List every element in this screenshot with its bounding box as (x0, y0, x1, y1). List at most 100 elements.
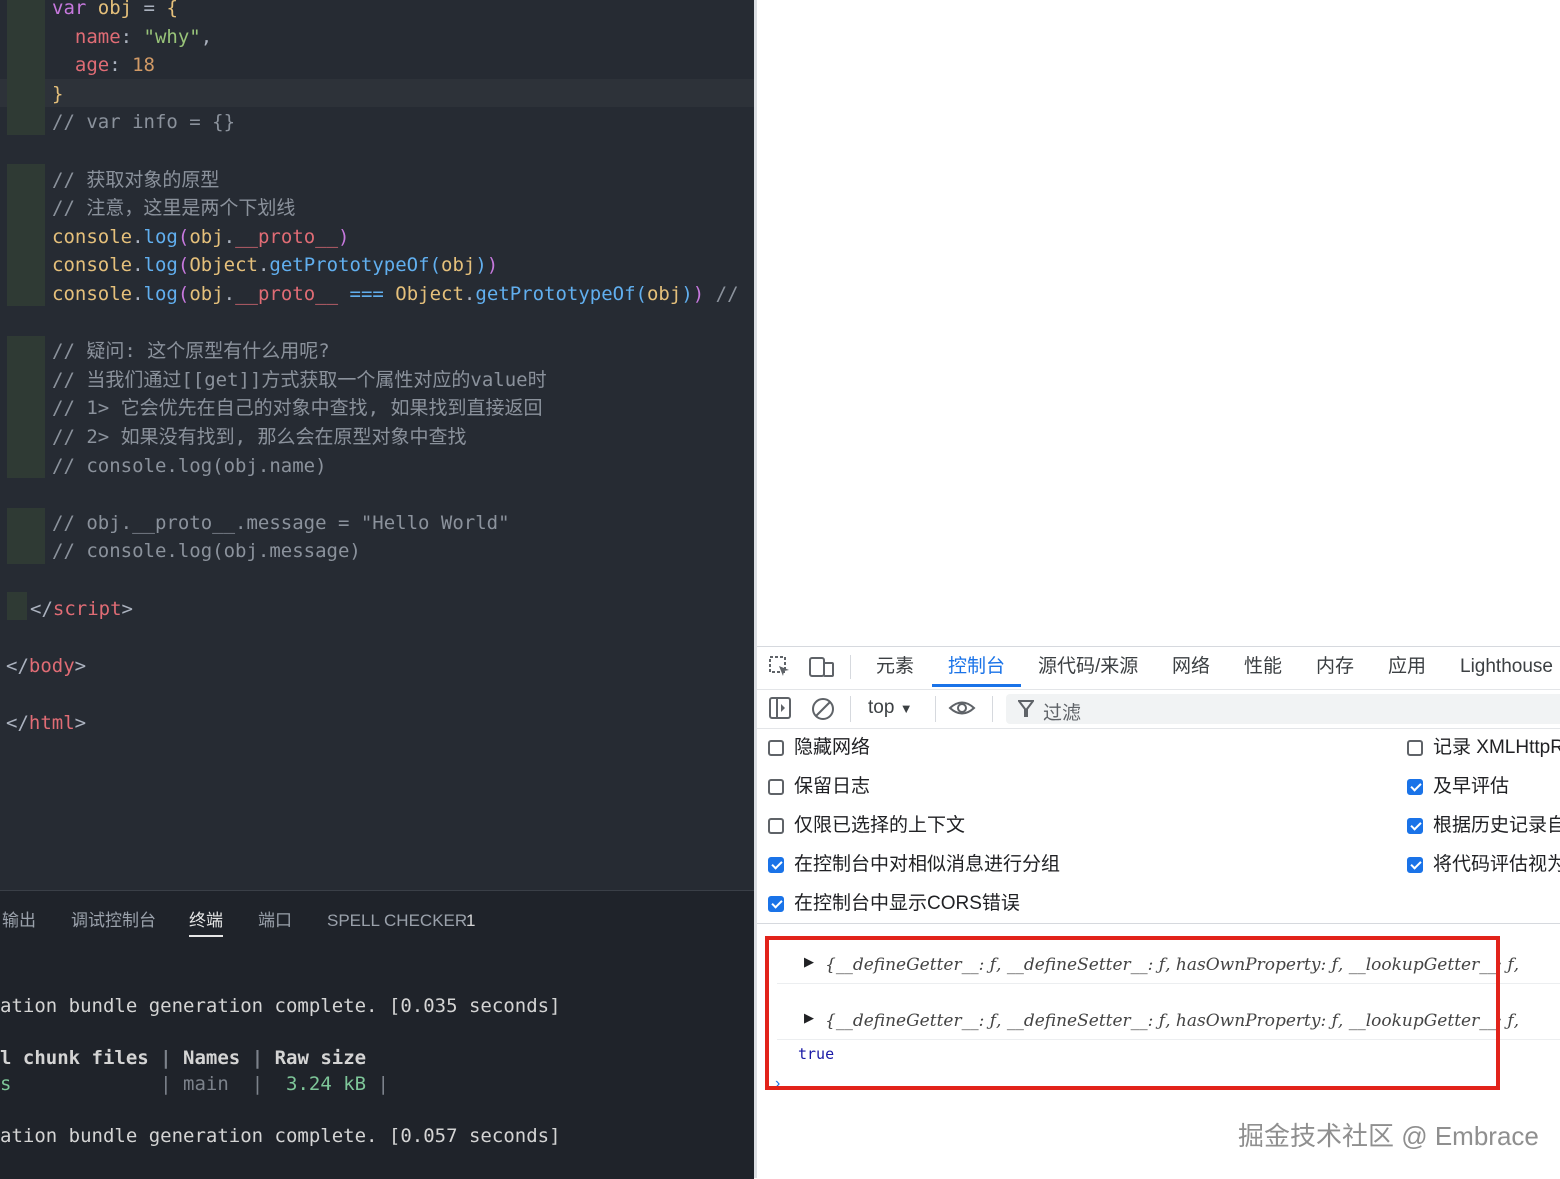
filter-placeholder: 过滤 (1043, 703, 1082, 724)
setting-checkbox[interactable]: 保留日志 (768, 775, 870, 799)
context-selector[interactable]: top ▼ (868, 697, 913, 719)
checkbox-unchecked-icon[interactable] (768, 818, 784, 834)
tab-console[interactable]: 控制台 (932, 647, 1022, 687)
setting-label: 在控制台中显示CORS错误 (794, 893, 1020, 914)
code-editor[interactable]: var obj = { name: "why", age: 18} // var … (0, 0, 754, 890)
sidebar-toggle-icon[interactable] (769, 697, 791, 724)
code-line: // console.log(obj.message) (52, 537, 361, 565)
setting-checkbox[interactable]: 根据历史记录自 (1407, 814, 1560, 838)
code-token: > (121, 597, 133, 620)
setting-checkbox[interactable]: 在控制台中对相似消息进行分组 (768, 853, 1060, 877)
context-value: top (868, 697, 895, 718)
terminal-row-size: 3.24 kB (286, 1073, 367, 1095)
filter-input[interactable]: 过滤 (1006, 694, 1560, 724)
code-token: getPrototypeOf (269, 254, 430, 277)
setting-label: 将代码评估视为 (1433, 854, 1560, 875)
highlight-annotation-box (765, 936, 1500, 1090)
code-token: : (109, 54, 133, 77)
clear-console-icon[interactable] (811, 697, 835, 726)
code-token: getPrototypeOf (475, 283, 636, 305)
code-token: script (52, 597, 122, 620)
terminal-header-names: Names (183, 1047, 241, 1069)
chevron-down-icon: ▼ (899, 701, 913, 716)
code-token: // (704, 283, 739, 305)
tab-network[interactable]: 网络 (1172, 647, 1210, 687)
code-token: } (52, 82, 64, 105)
code-token: : (120, 25, 144, 48)
code-token: </ (6, 712, 29, 734)
terminal-line: ation bundle generation complete. [0.035… (0, 995, 561, 1017)
checkbox-unchecked-icon[interactable] (768, 740, 784, 756)
device-toolbar-icon[interactable] (809, 656, 835, 683)
code-token: console (52, 225, 133, 248)
checkbox-checked-icon[interactable] (1407, 818, 1423, 834)
setting-checkbox[interactable]: 将代码评估视为 (1407, 853, 1560, 877)
code-line: var obj = { (52, 0, 178, 22)
code-token: ( (177, 254, 190, 277)
gutter-change-marker (7, 164, 45, 306)
code-token: obj (189, 225, 224, 248)
tab-elements[interactable]: 元素 (876, 647, 914, 687)
tab-application[interactable]: 应用 (1388, 647, 1426, 687)
tab-debug-console[interactable]: 调试控制台 (71, 907, 156, 935)
checkbox-checked-icon[interactable] (768, 857, 784, 873)
eye-icon[interactable] (948, 697, 976, 724)
checkbox-checked-icon[interactable] (1407, 779, 1423, 795)
code-line: // 2> 如果没有找到, 那么会在原型对象中查找 (52, 423, 467, 451)
code-token: . (223, 225, 236, 248)
code-token: . (132, 225, 144, 248)
gutter-change-marker (7, 0, 45, 135)
code-token: __proto__ (235, 283, 339, 305)
checkbox-unchecked-icon[interactable] (1407, 740, 1423, 756)
toolbar-separator (992, 696, 993, 722)
settings-divider (757, 923, 1560, 924)
code-token: ( (177, 225, 190, 248)
code-token: ) (475, 254, 487, 277)
filter-icon (1017, 700, 1035, 723)
code-token: ) (681, 283, 693, 305)
tab-memory[interactable]: 内存 (1316, 647, 1354, 687)
inspect-element-icon[interactable] (769, 656, 791, 683)
tab-performance[interactable]: 性能 (1244, 647, 1282, 687)
code-token: . (463, 283, 476, 305)
toolbar-separator (935, 696, 936, 722)
code-token: ) (338, 225, 350, 248)
tab-sources[interactable]: 源代码/来源 (1038, 647, 1138, 687)
code-token: console (52, 283, 133, 305)
code-token: // 获取对象的原型 (52, 168, 220, 191)
tab-terminal[interactable]: 终端 (189, 907, 223, 937)
code-token: </ (6, 654, 29, 677)
setting-checkbox[interactable]: 及早评估 (1407, 775, 1509, 799)
watermark: 掘金技术社区 @ Embrace (1238, 1121, 1539, 1151)
tab-output[interactable]: 输出 (2, 907, 36, 935)
code-token: // obj.__proto__.message = "Hello World" (52, 511, 510, 534)
tab-lighthouse[interactable]: Lighthouse (1460, 647, 1553, 687)
terminal-table-row: s | main | 3.24 kB | (0, 1073, 389, 1095)
setting-checkbox[interactable]: 记录 XMLHttpR (1407, 736, 1560, 760)
checkbox-unchecked-icon[interactable] (768, 779, 784, 795)
code-token: name (74, 25, 121, 48)
code-token: > (74, 654, 87, 677)
terminal-header-size: Raw size (274, 1047, 367, 1069)
code-line: // 疑问: 这个原型有什么用呢? (52, 337, 330, 365)
code-line: </script> (30, 595, 133, 623)
code-line: console.log(Object.getPrototypeOf(obj)) (52, 251, 498, 279)
toolbar-separator (850, 655, 851, 679)
checkbox-checked-icon[interactable] (1407, 857, 1423, 873)
toolbar-separator (850, 696, 851, 722)
tab-spell-checker[interactable]: SPELL CHECKER (327, 907, 467, 935)
setting-checkbox[interactable]: 仅限已选择的上下文 (768, 814, 965, 838)
tab-ports[interactable]: 端口 (258, 907, 292, 935)
code-token: obj (189, 283, 224, 305)
code-token: log (143, 225, 178, 248)
checkbox-checked-icon[interactable] (768, 896, 784, 912)
code-line: // 1> 它会优先在自己的对象中查找, 如果找到直接返回 (52, 394, 543, 422)
setting-checkbox[interactable]: 隐藏网络 (768, 736, 870, 760)
setting-checkbox[interactable]: 在控制台中显示CORS错误 (768, 892, 1020, 916)
setting-label: 保留日志 (794, 776, 871, 797)
code-token: ( (429, 254, 442, 277)
setting-label: 隐藏网络 (794, 737, 871, 758)
